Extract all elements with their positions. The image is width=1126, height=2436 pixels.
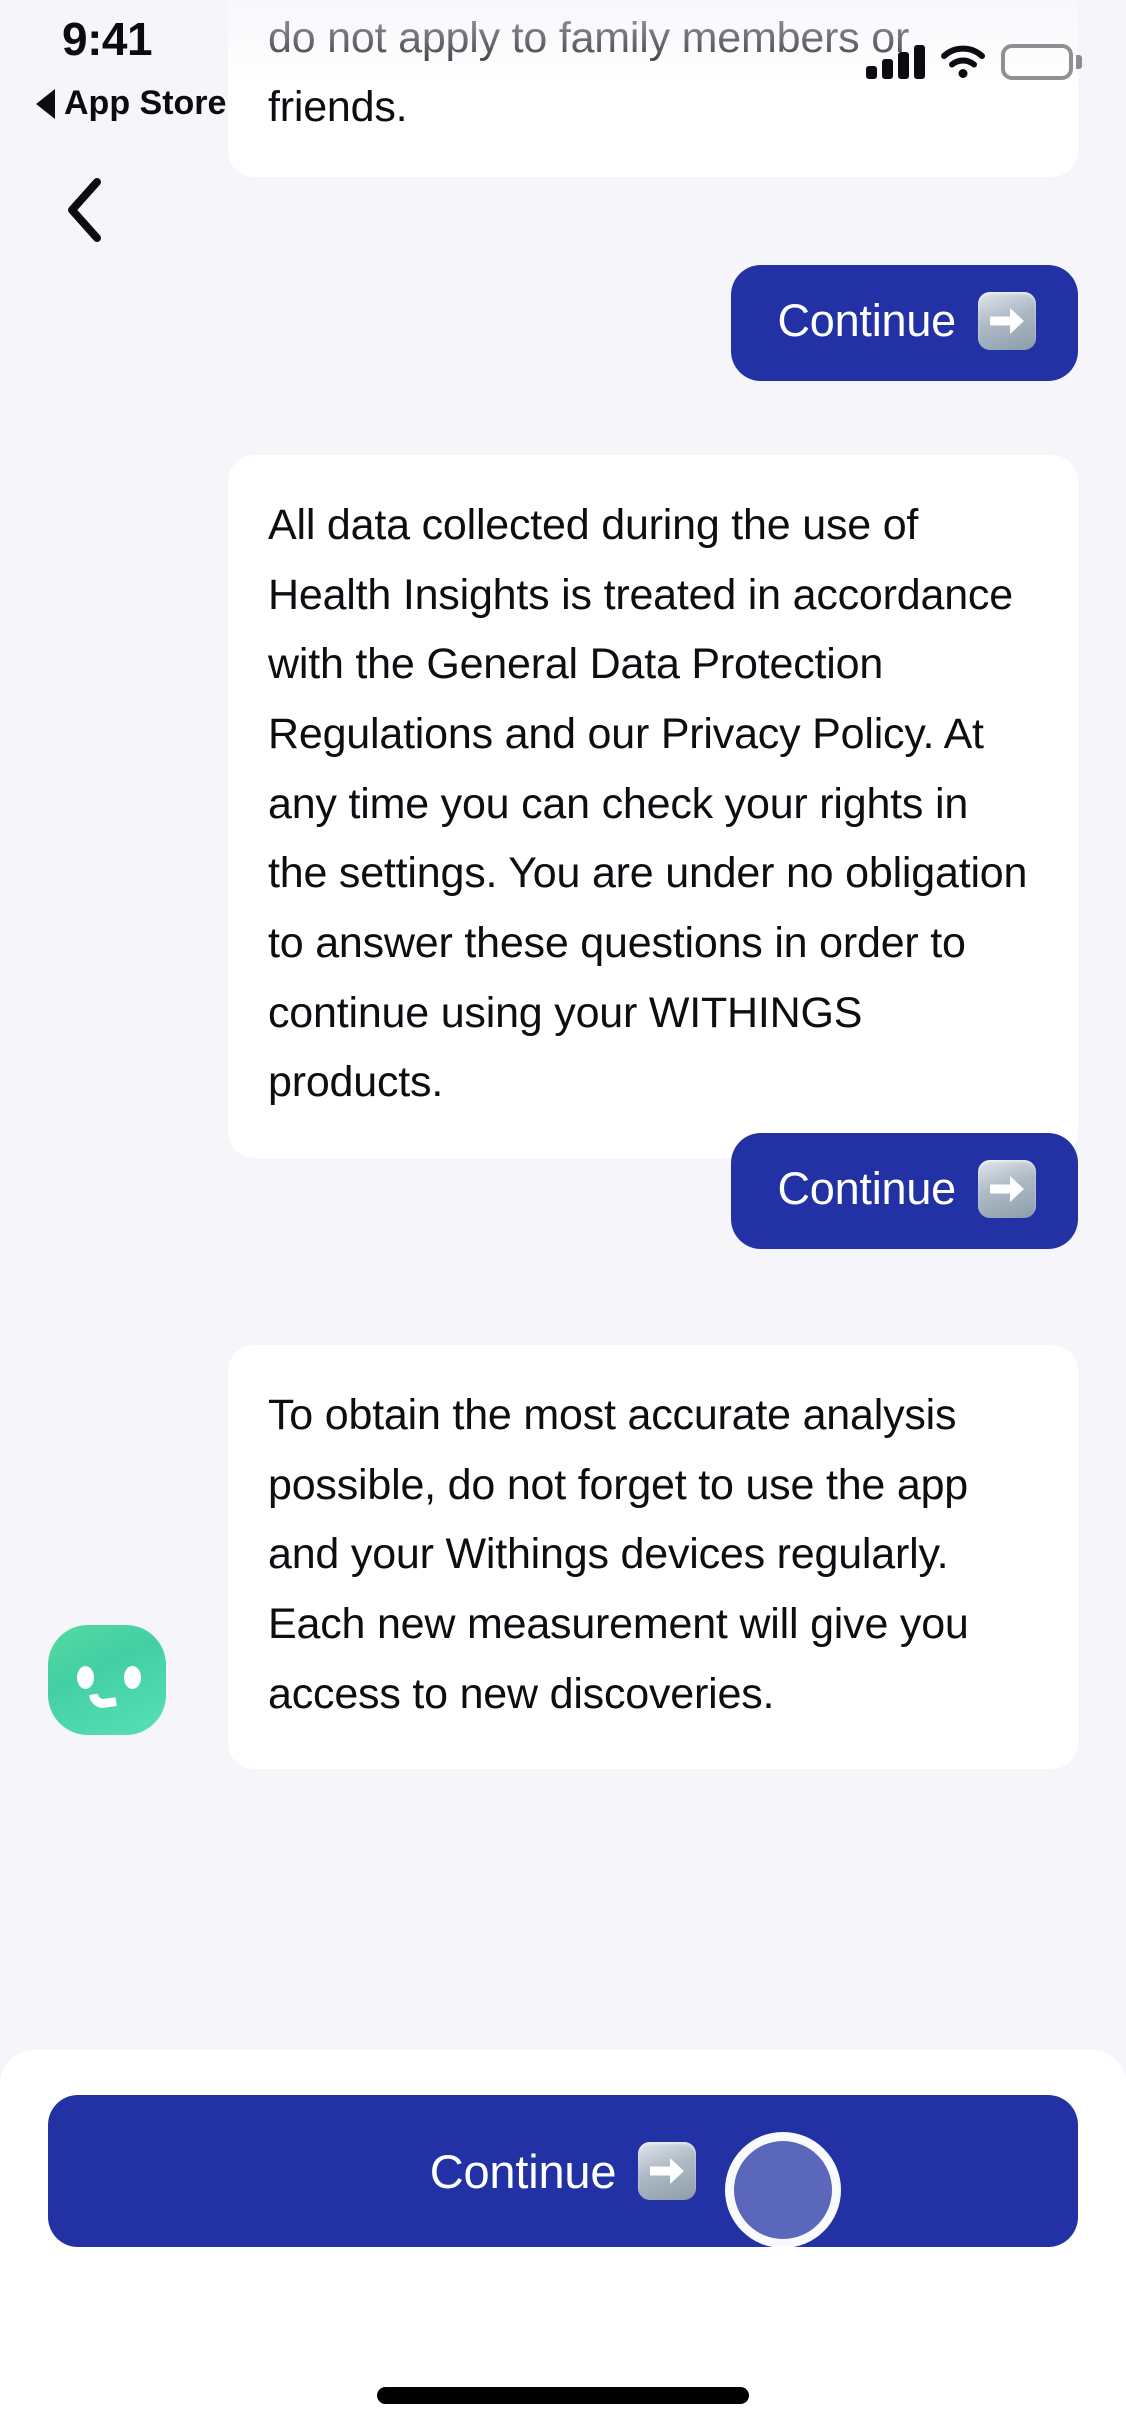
- arrow-right-emoji-icon: [638, 2142, 697, 2200]
- chevron-left-icon: [64, 177, 104, 248]
- message-row-accuracy: To obtain the most accurate analysis pos…: [228, 1345, 1078, 1770]
- message-row-gdpr: All data collected during the use of Hea…: [228, 455, 1078, 1158]
- assistant-face-icon: [48, 1625, 166, 1735]
- message-row-continue-1: Continue: [731, 265, 1078, 381]
- arrow-right-emoji-icon: [978, 292, 1036, 350]
- continue-button-label: Continue: [429, 2144, 617, 2198]
- message-row-intro: Health Insights are for your use only an…: [228, 0, 1078, 177]
- assistant-message-gdpr: All data collected during the use of Hea…: [228, 455, 1078, 1158]
- footer-bar: Continue: [0, 2050, 1126, 2436]
- continue-button[interactable]: Continue: [48, 2095, 1078, 2247]
- avatar-mouth: [89, 1691, 117, 1710]
- home-indicator: [377, 2387, 749, 2404]
- user-message-continue-1[interactable]: Continue: [731, 265, 1078, 381]
- chat-scroll-area[interactable]: Health Insights are for your use only an…: [0, 0, 1126, 2050]
- continue-chip-label-2: Continue: [777, 1163, 956, 1214]
- avatar-eye-right: [124, 1666, 141, 1689]
- arrow-right-emoji-icon: [978, 1160, 1036, 1218]
- assistant-message-intro: Health Insights are for your use only an…: [228, 0, 1078, 177]
- assistant-message-accuracy: To obtain the most accurate analysis pos…: [228, 1345, 1078, 1770]
- message-row-continue-2: Continue: [731, 1133, 1078, 1249]
- continue-chip-label-1: Continue: [777, 295, 956, 346]
- avatar-eye-left: [77, 1666, 94, 1689]
- user-message-continue-2[interactable]: Continue: [731, 1133, 1078, 1249]
- back-button[interactable]: [40, 168, 128, 256]
